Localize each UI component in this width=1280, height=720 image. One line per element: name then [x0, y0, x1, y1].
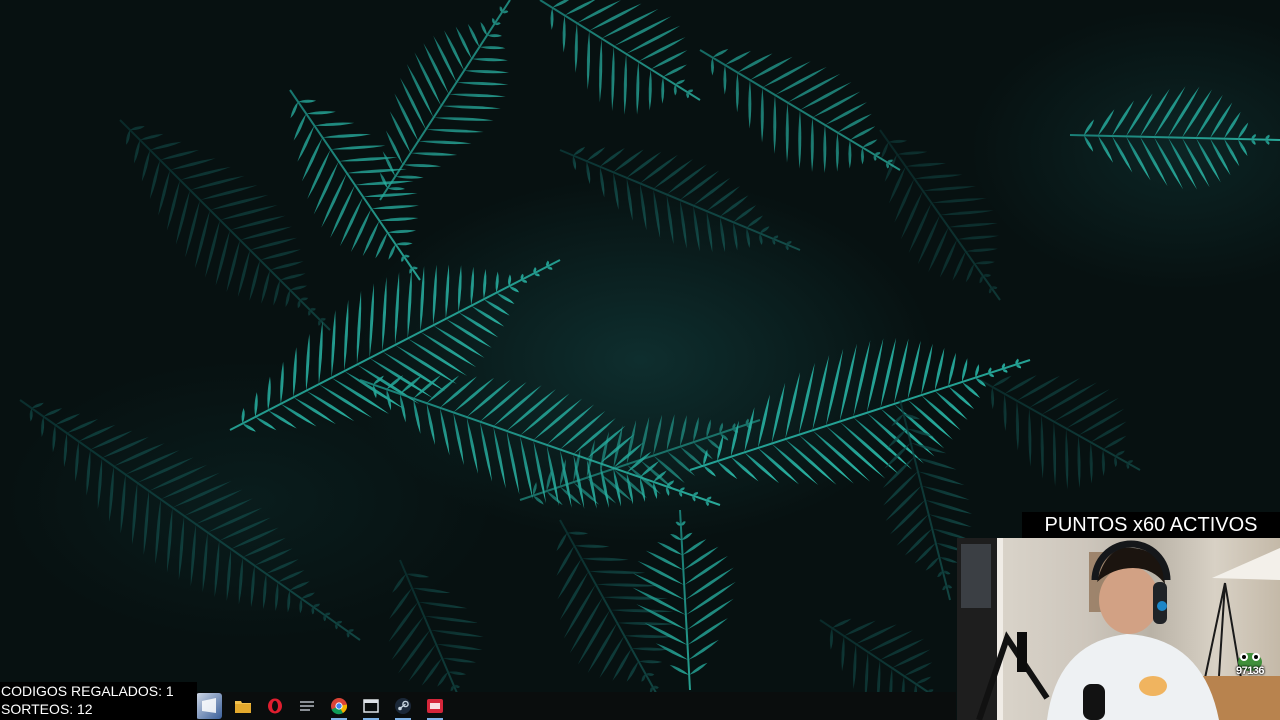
opera-icon[interactable] — [264, 695, 286, 717]
webcam-feed — [957, 538, 1280, 720]
file-explorer-icon[interactable] — [232, 695, 254, 717]
chrome-icon[interactable] — [328, 695, 350, 720]
points-banner: PUNTOS x60 ACTIVOS — [1022, 512, 1280, 538]
taskbar — [194, 692, 956, 720]
start-button[interactable] — [196, 693, 222, 719]
draws-label: SORTEOS: 12 — [1, 701, 93, 717]
stream-counters: CODIGOS REGALADOS: 1 SORTEOS: 12 — [0, 682, 197, 720]
windows-logo-icon — [202, 698, 216, 713]
window-app-icon[interactable] — [360, 695, 382, 720]
steam-icon[interactable] — [392, 695, 414, 720]
codes-given-label: CODIGOS REGALADOS: 1 — [1, 683, 174, 699]
emote-count: 97136 — [1235, 665, 1265, 677]
app-launcher-icon[interactable] — [296, 695, 318, 717]
game-app-icon[interactable] — [424, 695, 446, 720]
